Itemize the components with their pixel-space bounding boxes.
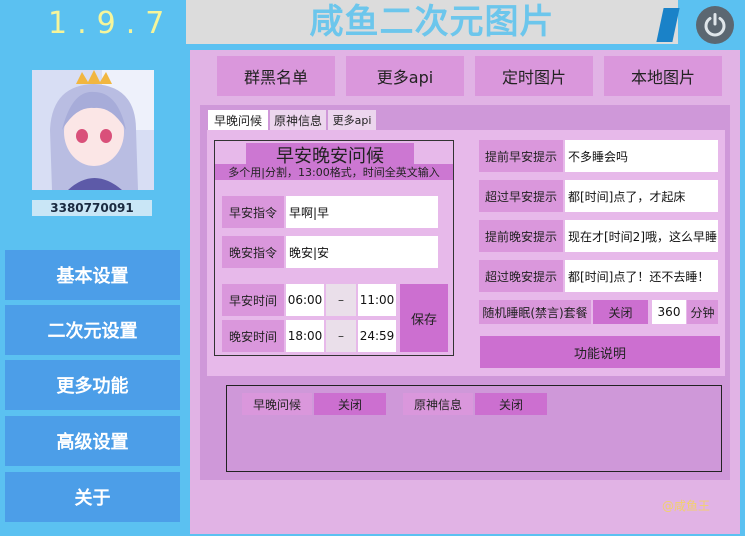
morning-cmd-label: 早安指令 bbox=[222, 196, 284, 228]
early-night-prompt-input[interactable]: 现在才[时间2]哦，这么早睡觉 bbox=[565, 220, 718, 252]
morning-time-label: 早安时间 bbox=[222, 284, 284, 316]
blacklist-button[interactable]: 群黑名单 bbox=[217, 56, 335, 96]
app-title: 咸鱼二次元图片 bbox=[309, 2, 555, 42]
late-night-prompt-label: 超过晚安提示 bbox=[479, 260, 563, 292]
minutes-unit-label: 分钟 bbox=[687, 300, 718, 324]
greeting-switch-label: 早晚问候 bbox=[242, 393, 312, 415]
time-dash: – bbox=[326, 320, 356, 352]
night-end-input[interactable]: 24:59 bbox=[358, 320, 396, 352]
avatar bbox=[32, 70, 154, 190]
timed-image-button[interactable]: 定时图片 bbox=[475, 56, 593, 96]
local-image-button[interactable]: 本地图片 bbox=[604, 56, 722, 96]
night-time-label: 晚安时间 bbox=[222, 320, 284, 352]
early-morning-prompt-input[interactable]: 不多睡会吗 bbox=[565, 140, 718, 172]
night-cmd-input[interactable]: 晚安|安 bbox=[286, 236, 438, 268]
app-version: 1.9.7 bbox=[48, 6, 175, 41]
save-button[interactable]: 保存 bbox=[400, 284, 448, 352]
nav-more-features[interactable]: 更多功能 bbox=[5, 360, 180, 410]
genshin-switch-toggle[interactable]: 关闭 bbox=[475, 393, 547, 415]
random-sleep-toggle[interactable]: 关闭 bbox=[593, 300, 648, 324]
nav-anime-settings[interactable]: 二次元设置 bbox=[5, 305, 180, 355]
tab-genshin[interactable]: 原神信息 bbox=[270, 110, 326, 130]
early-morning-prompt-label: 提前早安提示 bbox=[479, 140, 563, 172]
tab-greeting[interactable]: 早晚问候 bbox=[208, 110, 268, 130]
late-night-prompt-input[interactable]: 都[时间]点了！还不去睡！ bbox=[565, 260, 718, 292]
sleep-minutes-input[interactable]: 360 bbox=[652, 300, 686, 324]
night-start-input[interactable]: 18:00 bbox=[286, 320, 324, 352]
night-cmd-label: 晚安指令 bbox=[222, 236, 284, 268]
genshin-switch-label: 原神信息 bbox=[403, 393, 473, 415]
late-morning-prompt-input[interactable]: 都[时间]点了，才起床 bbox=[565, 180, 718, 212]
nav-about[interactable]: 关于 bbox=[5, 472, 180, 522]
morning-start-input[interactable]: 06:00 bbox=[286, 284, 324, 316]
power-icon[interactable] bbox=[696, 6, 734, 44]
tab-more-api[interactable]: 更多api bbox=[328, 110, 376, 130]
nav-advanced-settings[interactable]: 高级设置 bbox=[5, 416, 180, 466]
more-api-button[interactable]: 更多api bbox=[346, 56, 464, 96]
help-button[interactable]: 功能说明 bbox=[480, 336, 720, 368]
author-credit: @咸鱼王 bbox=[662, 499, 711, 513]
morning-end-input[interactable]: 11:00 bbox=[358, 284, 396, 316]
greeting-switch-toggle[interactable]: 关闭 bbox=[314, 393, 386, 415]
morning-cmd-input[interactable]: 早啊|早 bbox=[286, 196, 438, 228]
time-dash: – bbox=[326, 284, 356, 316]
greeting-hint: 多个用|分割，13:00格式，时间全英文输入 bbox=[215, 164, 453, 180]
nav-basic-settings[interactable]: 基本设置 bbox=[5, 250, 180, 300]
qq-number: 3380770091 bbox=[32, 200, 152, 216]
random-sleep-label: 随机睡眠(禁言)套餐 bbox=[479, 300, 591, 324]
early-night-prompt-label: 提前晚安提示 bbox=[479, 220, 563, 252]
late-morning-prompt-label: 超过早安提示 bbox=[479, 180, 563, 212]
